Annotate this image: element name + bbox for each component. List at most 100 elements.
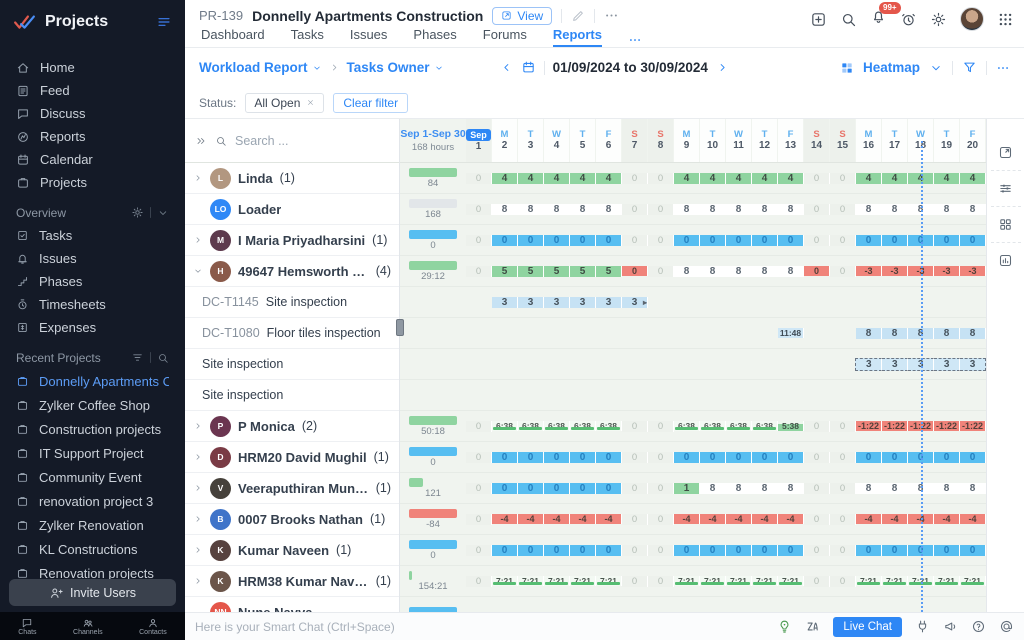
day-cell[interactable]: 7:21 xyxy=(492,576,518,586)
search-icon[interactable] xyxy=(840,11,857,28)
day-cell[interactable]: 6:38 xyxy=(518,421,544,431)
day-cell[interactable]: -3 xyxy=(934,266,960,276)
day-cell[interactable]: -4 xyxy=(492,514,518,524)
day-cell[interactable]: 3 xyxy=(855,357,883,371)
day-cell[interactable]: 0 xyxy=(674,451,700,463)
member-row[interactable]: LO Loader xyxy=(185,194,399,225)
day-cell[interactable]: 5 xyxy=(570,265,596,277)
day-cell[interactable]: 0 xyxy=(778,544,804,556)
day-cell[interactable]: 8 xyxy=(700,482,726,494)
day-cell[interactable]: 3 xyxy=(518,296,544,308)
day-cell[interactable]: 0 xyxy=(960,451,986,463)
dock-chats[interactable]: Chats xyxy=(18,617,37,636)
day-cell[interactable]: 0 xyxy=(752,234,778,246)
day-cell[interactable]: 0 xyxy=(752,451,778,463)
day-cell[interactable]: 3 xyxy=(960,357,986,371)
view-button[interactable]: View xyxy=(492,6,553,25)
day-cell[interactable]: 7:21 xyxy=(596,576,622,586)
day-cell[interactable]: 0 xyxy=(778,451,804,463)
next-period-icon[interactable] xyxy=(716,61,729,74)
day-cell[interactable]: 0 xyxy=(934,234,960,246)
day-cell[interactable]: 0 xyxy=(570,482,596,494)
edit-pencil-icon[interactable] xyxy=(571,9,585,23)
day-cell[interactable]: 0 xyxy=(674,544,700,556)
day-cell[interactable]: 6:38 xyxy=(674,421,700,431)
day-cell[interactable]: 8 xyxy=(856,203,882,215)
day-cell[interactable]: 3 xyxy=(544,296,570,308)
recent-project-item[interactable]: Community Event xyxy=(0,465,185,489)
sidebar-item-projects[interactable]: Projects xyxy=(0,171,185,194)
day-cell[interactable]: -4 xyxy=(778,514,804,524)
user-avatar[interactable] xyxy=(960,7,984,31)
close-icon[interactable] xyxy=(306,98,315,107)
task-row[interactable]: Site inspection xyxy=(185,380,399,411)
member-search-input[interactable]: Search ... xyxy=(235,134,289,148)
day-cell[interactable]: -1:22 xyxy=(934,421,960,431)
day-cell[interactable]: 7:21 xyxy=(570,576,596,586)
day-cell[interactable]: 7:21 xyxy=(518,576,544,586)
day-cell[interactable]: 0 xyxy=(544,451,570,463)
day-cell[interactable]: 8 xyxy=(726,265,752,277)
day-cell[interactable]: 0 xyxy=(934,451,960,463)
tab-tasks[interactable]: Tasks xyxy=(291,27,324,47)
day-cell[interactable]: 0 xyxy=(492,451,518,463)
dock-contacts[interactable]: Contacts xyxy=(139,617,167,636)
dock-channels[interactable]: Channels xyxy=(73,617,103,636)
member-row[interactable]: V Veeraputhiran Muniyasa... (1) xyxy=(185,473,399,504)
day-cell[interactable]: 0 xyxy=(778,234,804,246)
member-row[interactable]: K Kumar Naveen (1) xyxy=(185,535,399,566)
day-cell[interactable]: 7:21 xyxy=(700,576,726,586)
day-cell[interactable]: 8 xyxy=(752,203,778,215)
tab-reports[interactable]: Reports xyxy=(552,27,602,47)
project-filter-icon[interactable] xyxy=(131,351,144,364)
day-cell[interactable]: 0 xyxy=(700,451,726,463)
day-cell[interactable]: 0 xyxy=(570,544,596,556)
day-cell[interactable]: 5 xyxy=(596,265,622,277)
day-cell[interactable]: 8 xyxy=(752,482,778,494)
day-cell[interactable]: -4 xyxy=(518,514,544,524)
day-cell[interactable]: 0 xyxy=(960,544,986,556)
day-cell[interactable]: 4 xyxy=(674,172,700,184)
day-cell[interactable]: 8 xyxy=(778,265,804,277)
day-cell[interactable]: 4 xyxy=(960,172,986,184)
day-cell[interactable]: -4 xyxy=(700,514,726,524)
panel-resize-handle[interactable] xyxy=(396,319,404,336)
sidebar-item-home[interactable]: Home xyxy=(0,56,185,79)
day-cell[interactable]: 8 xyxy=(700,203,726,215)
day-cell[interactable]: 6:38 xyxy=(700,421,726,431)
day-cell[interactable]: 8 xyxy=(778,482,804,494)
at-search-icon[interactable] xyxy=(999,619,1014,634)
day-cell[interactable]: 8 xyxy=(934,203,960,215)
day-cell[interactable]: 4 xyxy=(778,172,804,184)
day-cell[interactable]: 7:21 xyxy=(674,576,700,586)
expand-button[interactable] xyxy=(990,135,1021,171)
day-cell[interactable]: 8 xyxy=(492,203,518,215)
gear-icon[interactable] xyxy=(930,11,947,28)
day-cell[interactable]: 8 xyxy=(700,265,726,277)
tab-dashboard[interactable]: Dashboard xyxy=(201,27,265,47)
grid-squares-button[interactable] xyxy=(990,207,1021,243)
day-cell[interactable]: 0 xyxy=(882,544,908,556)
overview-collapse-icon[interactable] xyxy=(157,207,169,219)
day-cell[interactable]: 0 xyxy=(570,234,596,246)
task-row[interactable]: DC-T1080 Floor tiles inspection xyxy=(185,318,399,349)
apps-grid-icon[interactable] xyxy=(997,11,1014,28)
day-cell[interactable]: 3 ▸ xyxy=(622,296,648,308)
day-cell[interactable]: 0 xyxy=(596,451,622,463)
day-cell[interactable]: 0 xyxy=(544,234,570,246)
day-cell[interactable]: -4 xyxy=(752,514,778,524)
day-cell[interactable]: 5 xyxy=(544,265,570,277)
day-cell[interactable]: 3 xyxy=(934,357,961,371)
day-cell[interactable]: 7:21 xyxy=(856,576,882,586)
day-cell[interactable]: 5:38 xyxy=(778,421,804,431)
day-cell[interactable]: 11:48 xyxy=(778,328,804,338)
day-cell[interactable]: 3 xyxy=(596,296,622,308)
day-cell[interactable]: 8 xyxy=(856,482,882,494)
recent-project-item[interactable]: Zylker Renovation xyxy=(0,513,185,537)
day-cell[interactable]: 0 xyxy=(518,482,544,494)
day-cell[interactable]: 0 xyxy=(726,544,752,556)
member-row[interactable]: H 49647 Hemsworth Mo... (4) xyxy=(185,256,399,287)
day-cell[interactable]: 8 xyxy=(960,327,986,339)
day-cell[interactable]: 8 xyxy=(596,203,622,215)
day-cell[interactable]: -4 xyxy=(674,514,700,524)
